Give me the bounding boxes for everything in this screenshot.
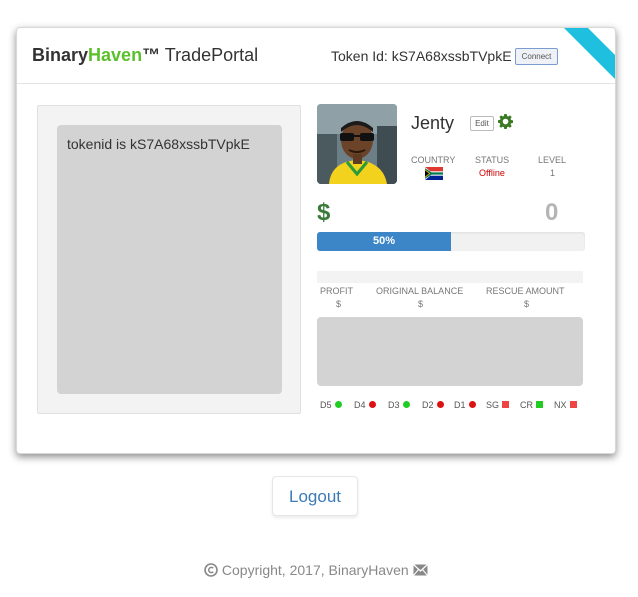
profit-label: PROFIT — [320, 286, 353, 296]
indicator-d5: D5 — [320, 400, 342, 410]
south-africa-flag-icon — [425, 167, 443, 180]
status-dot-icon — [468, 401, 476, 409]
indicator-nx: NX — [554, 400, 577, 410]
indicator-sg: SG — [486, 400, 510, 410]
profit-value: $ — [336, 299, 342, 309]
brand-haven: Haven — [88, 45, 143, 65]
indicator-d2: D2 — [422, 400, 444, 410]
card-header: BinaryHaven™ TradePortal Token Id: kS7A6… — [17, 28, 615, 84]
status-dot-icon — [402, 401, 410, 409]
status-value: Offline — [479, 168, 505, 178]
indicator-label: D5 — [320, 400, 332, 410]
indicator-label: CR — [520, 400, 533, 410]
token-value: kS7A68xssbTVpkE — [391, 48, 512, 64]
stats-strip — [317, 271, 583, 283]
indicator-label: D3 — [388, 400, 400, 410]
status-square-icon — [536, 401, 543, 409]
brand-title: BinaryHaven™ TradePortal — [32, 45, 258, 66]
progress-bar: 50% — [317, 232, 585, 251]
username: Jenty — [411, 113, 455, 133]
country-label: COUNTRY — [411, 155, 456, 165]
token-label: Token Id: — [331, 48, 388, 64]
copyright-icon — [204, 562, 222, 578]
indicator-cr: CR — [520, 400, 543, 410]
indicator-label: D1 — [454, 400, 466, 410]
token-panel: tokenid is kS7A68xssbTVpkE — [37, 105, 301, 414]
indicator-d1: D1 — [454, 400, 476, 410]
level-value: 1 — [550, 168, 556, 178]
level-label: LEVEL — [538, 155, 567, 165]
footer: Copyright, 2017, BinaryHaven — [204, 562, 428, 578]
indicator-label: SG — [486, 400, 500, 410]
token-id-row: Token Id: kS7A68xssbTVpkE — [331, 48, 512, 64]
indicator-label: NX — [554, 400, 567, 410]
progress-fill: 50% — [317, 232, 451, 251]
corner-ribbon — [560, 28, 615, 86]
indicator-d4: D4 — [354, 400, 376, 410]
connect-button[interactable]: Connect — [515, 48, 558, 65]
status-dot-icon — [436, 401, 444, 409]
indicator-label: D4 — [354, 400, 366, 410]
indicator-d3: D3 — [388, 400, 410, 410]
original-balance-label: ORIGINAL BALANCE — [376, 286, 464, 296]
avatar — [317, 104, 397, 184]
trade-portal-card: BinaryHaven™ TradePortal Token Id: kS7A6… — [16, 27, 616, 454]
status-square-icon — [569, 401, 577, 409]
indicator-label: D2 — [422, 400, 434, 410]
balance-value: 0 — [545, 199, 559, 226]
trade-info-box — [317, 317, 583, 386]
brand-binary: Binary — [32, 45, 89, 65]
rescue-amount-label: RESCUE AMOUNT — [486, 286, 565, 296]
status-label: STATUS — [475, 155, 510, 165]
original-balance-value: $ — [418, 299, 424, 309]
brand-tm: ™ — [142, 45, 161, 65]
brand-portal: TradePortal — [160, 45, 259, 65]
token-display-box: tokenid is kS7A68xssbTVpkE — [57, 125, 282, 394]
logout-button[interactable]: Logout — [272, 476, 358, 516]
gear-icon[interactable] — [498, 114, 514, 134]
status-dot-icon — [334, 401, 342, 409]
status-dot-icon — [368, 401, 376, 409]
edit-profile-button[interactable]: Edit — [470, 116, 494, 131]
balance-currency: $ — [317, 199, 331, 226]
envelope-icon[interactable] — [412, 562, 428, 578]
copyright-text: Copyright, 2017, BinaryHaven — [221, 562, 409, 578]
tokenid-text: tokenid is kS7A68xssbTVpkE — [67, 136, 250, 152]
status-square-icon — [502, 401, 510, 409]
rescue-amount-value: $ — [524, 299, 530, 309]
